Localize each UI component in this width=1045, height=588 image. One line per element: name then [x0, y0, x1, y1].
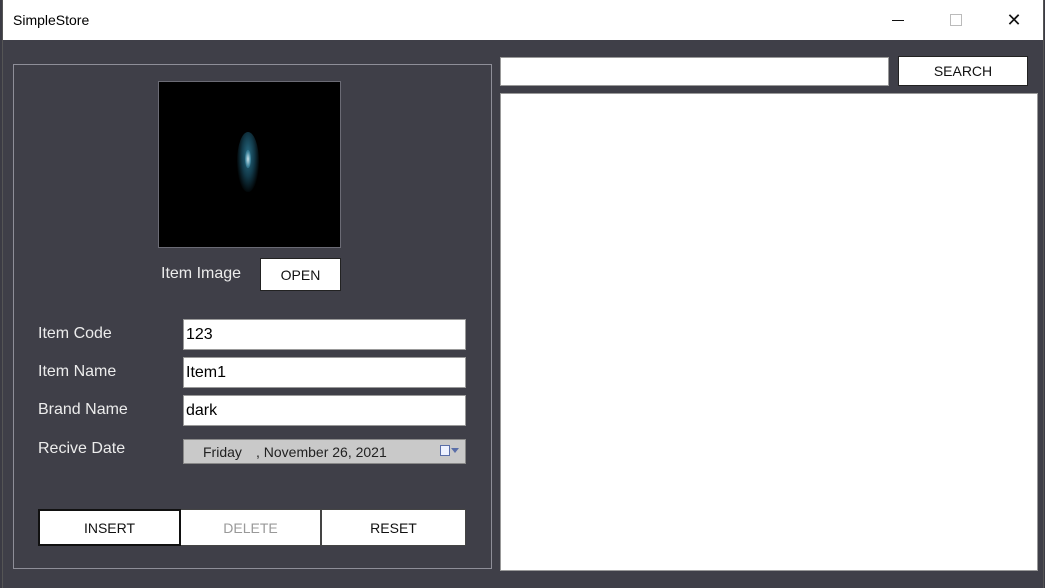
date-value[interactable]: , November 26, 2021 [256, 444, 387, 460]
item-name-label: Item Name [38, 363, 117, 380]
item-image-label: Item Image [161, 265, 242, 282]
search-button[interactable]: SEARCH [898, 56, 1028, 86]
minimize-icon [892, 19, 904, 21]
insert-button[interactable]: INSERT [38, 509, 181, 546]
maximize-icon [950, 14, 962, 26]
minimize-button[interactable] [869, 0, 927, 40]
brand-name-input[interactable]: dark [183, 395, 466, 426]
close-icon: ✕ [1006, 9, 1022, 30]
item-name-input[interactable]: Item1 [183, 357, 466, 388]
calendar-dropdown-icon[interactable] [440, 445, 459, 456]
brand-name-label: Brand Name [38, 401, 128, 418]
item-image-preview [158, 81, 341, 248]
recive-date-label: Recive Date [38, 440, 126, 457]
item-form-panel: Item Image OPEN Item Code 123 Item Name … [13, 64, 492, 569]
app-window: SimpleStore ✕ Item Image OPEN Item Code … [3, 0, 1043, 588]
reset-button[interactable]: RESET [321, 509, 466, 546]
open-image-button[interactable]: OPEN [260, 258, 341, 291]
item-code-label: Item Code [38, 325, 112, 342]
action-buttons: INSERT DELETE RESET [38, 509, 466, 546]
date-day[interactable]: Friday [203, 444, 242, 460]
delete-button[interactable]: DELETE [181, 509, 321, 546]
item-code-input[interactable]: 123 [183, 319, 466, 350]
maximize-button[interactable] [927, 0, 985, 40]
window-title: SimpleStore [13, 12, 90, 28]
items-list[interactable] [500, 93, 1038, 571]
recive-date-picker[interactable]: Friday , November 26, 2021 [183, 439, 466, 464]
close-button[interactable]: ✕ [985, 0, 1043, 40]
title-bar: SimpleStore ✕ [3, 0, 1043, 40]
search-input[interactable] [500, 57, 889, 86]
